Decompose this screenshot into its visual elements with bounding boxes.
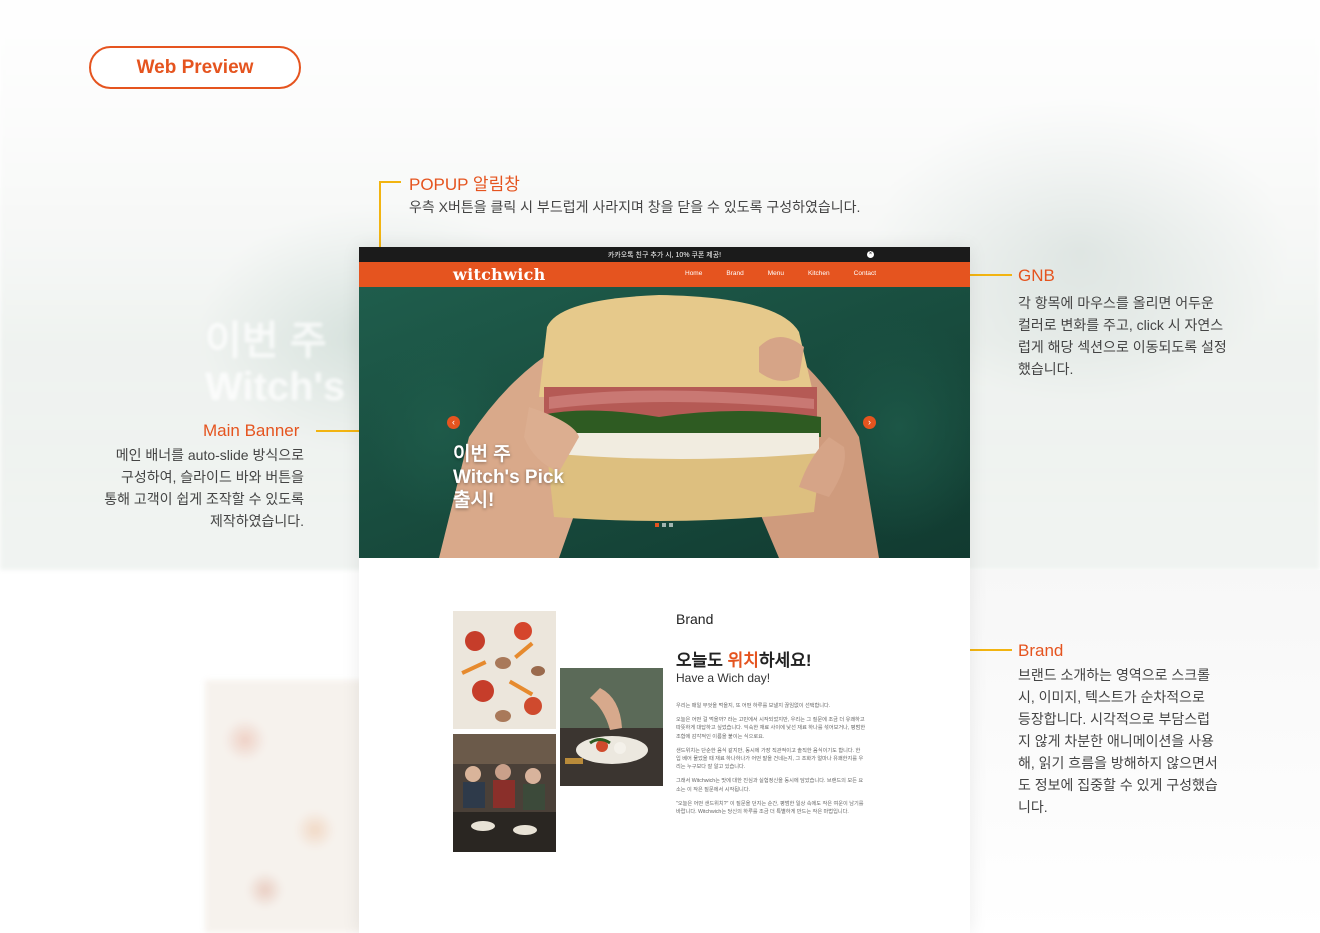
- gnb-desc-line: 했습니다.: [1018, 361, 1074, 377]
- website-preview: 카카오톡 친구 추가 시, 10% 쿠폰 제공! × witchwich Hom…: [359, 247, 970, 933]
- banner-prev-arrow-icon[interactable]: ‹: [447, 416, 460, 429]
- gnb-annotation-title: GNB: [1018, 266, 1055, 285]
- banner-desc-line: 구성하여, 슬라이드 바와 버튼을: [121, 469, 304, 485]
- brand-section: Brand 오늘도 위치하세요! Have a Wich day! 우리는 매일…: [359, 558, 970, 933]
- slide-dot[interactable]: [669, 523, 673, 527]
- banner-line-3: 출시!: [453, 490, 495, 511]
- banner-desc-line: 메인 배너를 auto-slide 방식으로: [115, 447, 304, 463]
- gnb-item-contact[interactable]: Contact: [854, 270, 876, 277]
- popup-leader-v: [379, 181, 381, 253]
- gnb: witchwich Home Brand Menu Kitchen Contac…: [359, 262, 970, 287]
- ghost-line-2: Witch's: [205, 365, 346, 409]
- brand-desc-line: 도 정보에 집중할 수 있게 구성했습: [1018, 777, 1218, 793]
- banner-annotation-desc: 메인 배너를 auto-slide 방식으로 구성하여, 슬라이드 바와 버튼을…: [80, 444, 304, 532]
- banner-headline: 이번 주 Witch's Pick 출시!: [453, 443, 564, 512]
- brand-annotation-desc: 브랜드 소개하는 영역으로 스크롤 시, 이미지, 텍스트가 순차적으로 등장합…: [1018, 664, 1248, 818]
- brand-photo-restaurant: [453, 734, 556, 852]
- brand-annotation-title: Brand: [1018, 641, 1064, 660]
- popup-bar: 카카오톡 친구 추가 시, 10% 쿠폰 제공! ×: [359, 247, 970, 262]
- gnb-menu: Home Brand Menu Kitchen Contact: [685, 270, 900, 277]
- banner-line-1: 이번 주: [453, 444, 511, 465]
- brand-desc-line: 브랜드 소개하는 영역으로 스크롤: [1018, 667, 1210, 683]
- brand-subheadline: Have a Wich day!: [676, 671, 771, 685]
- banner-slide-indicator: [655, 523, 673, 527]
- background-ghost-text: 이번 주 Witch's: [205, 318, 345, 410]
- gnb-item-brand[interactable]: Brand: [726, 270, 743, 277]
- popup-annotation-title: POPUP 알림창: [409, 175, 520, 194]
- banner-desc-line: 통해 고객이 쉽게 조작할 수 있도록: [104, 491, 304, 507]
- site-logo[interactable]: witchwich: [453, 265, 546, 284]
- slide-dot[interactable]: [655, 523, 659, 527]
- banner-next-arrow-icon[interactable]: ›: [863, 416, 876, 429]
- brand-photo-vegetables: [453, 611, 556, 729]
- brand-desc-line: 시, 이미지, 텍스트가 순차적으로: [1018, 689, 1205, 705]
- main-banner: 이번 주 Witch's Pick 출시! ‹ ›: [359, 287, 970, 558]
- gnb-desc-line: 럽게 해당 섹션으로 이동되도록 설정: [1018, 339, 1227, 355]
- gnb-desc-line: 각 항목에 마우스를 올리면 어두운: [1018, 295, 1214, 311]
- ghost-line-1: 이번 주: [205, 319, 327, 363]
- brand-headline-post: 하세요!: [758, 651, 812, 670]
- popup-text: 카카오톡 친구 추가 시, 10% 쿠폰 제공!: [607, 251, 722, 259]
- gnb-item-kitchen[interactable]: Kitchen: [808, 270, 830, 277]
- banner-line-2: Witch's Pick: [453, 467, 564, 488]
- brand-desc-line: 지 않게 차분한 애니메이션을 사용: [1018, 733, 1214, 749]
- brand-desc-line: 해, 읽기 흐름을 방해하지 않으면서: [1018, 755, 1218, 771]
- brand-paragraph: 샌드위치는 단순한 음식 같지만, 동시에 가장 직관적이고 솔직한 음식이기도…: [676, 747, 864, 771]
- gnb-desc-line: 컬러로 변화를 주고, click 시 자연스: [1018, 317, 1224, 333]
- popup-annotation-desc: 우측 X버튼을 클릭 시 부드럽게 사라지며 창을 닫을 수 있도록 구성하였습…: [409, 199, 861, 215]
- brand-headline-highlight: 위치: [727, 651, 759, 670]
- gnb-annotation-desc: 각 항목에 마우스를 올리면 어두운 컬러로 변화를 주고, click 시 자…: [1018, 292, 1248, 380]
- popup-leader-h: [379, 181, 401, 183]
- web-preview-label: Web Preview: [136, 56, 254, 78]
- brand-section-label: Brand: [676, 611, 714, 627]
- gnb-item-home[interactable]: Home: [685, 270, 702, 277]
- brand-headline-pre: 오늘도: [676, 651, 728, 670]
- brand-body-text: 우리는 매일 무엇을 먹을지, 또 어떤 하루를 보낼지 끊임없이 선택합니다.…: [676, 702, 866, 822]
- gnb-item-menu[interactable]: Menu: [768, 270, 784, 277]
- brand-photo-plating: [560, 668, 663, 786]
- brand-paragraph: 우리는 매일 무엇을 먹을지, 또 어떤 하루를 보낼지 끊임없이 선택합니다.: [676, 703, 831, 709]
- brand-desc-line: 니다.: [1018, 799, 1048, 815]
- background-blurred-photo: [205, 680, 365, 933]
- brand-headline: 오늘도 위치하세요!: [676, 646, 812, 671]
- brand-desc-line: 등장합니다. 시각적으로 부담스럽: [1018, 711, 1210, 727]
- popup-close-icon[interactable]: ×: [867, 251, 874, 258]
- brand-paragraph: "오늘은 어떤 샌드위치?" 이 질문을 던지는 순간, 평범한 일상 속에도 …: [676, 800, 864, 816]
- banner-desc-line: 제작하였습니다.: [209, 513, 304, 529]
- banner-annotation-title: Main Banner: [203, 421, 300, 440]
- web-preview-badge: Web Preview: [89, 46, 301, 89]
- brand-paragraph: 그래서 Witchwich는 맛에 대한 진심과 실험정신을 동시에 담았습니다…: [676, 778, 864, 793]
- brand-paragraph: 오늘은 어떤 걸 먹을까? 라는 고민에서 시작되었지만, 우리는 그 질문에 …: [676, 717, 866, 740]
- slide-dot[interactable]: [662, 523, 666, 527]
